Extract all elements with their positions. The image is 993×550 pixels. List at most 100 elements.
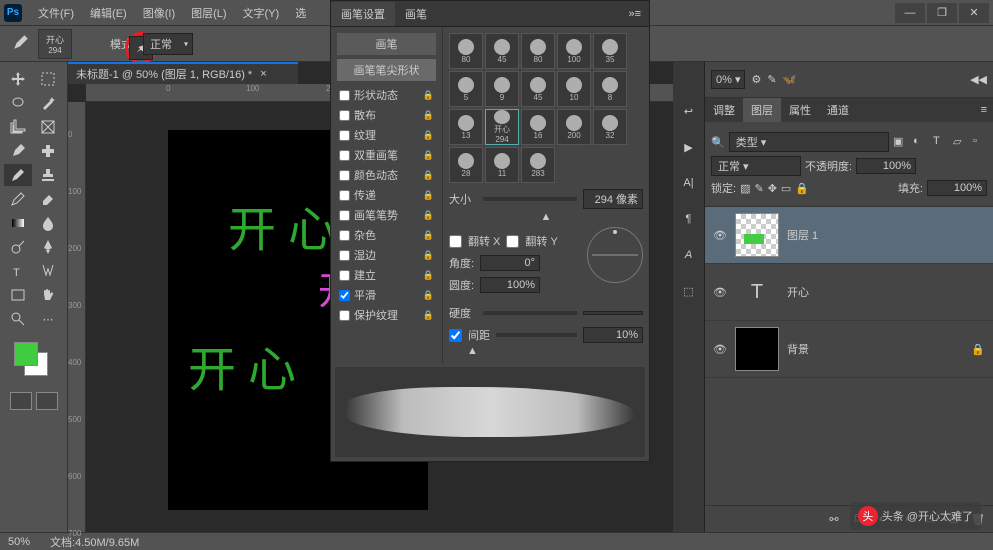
brush-option[interactable]: 颜色动态🔒 (337, 165, 436, 185)
brush-option[interactable]: 湿边🔒 (337, 245, 436, 265)
brush-option[interactable]: 形状动态🔒 (337, 85, 436, 105)
size-slider[interactable] (483, 197, 577, 201)
brush-thumb[interactable]: 45 (485, 33, 519, 69)
brush-thumb[interactable]: 100 (557, 33, 591, 69)
brush-option[interactable]: 纹理🔒 (337, 125, 436, 145)
blend-mode-select[interactable]: 正常 ▾ (143, 33, 193, 55)
restore-button[interactable]: ❐ (927, 3, 957, 23)
lock-icon[interactable]: 🔒 (423, 290, 434, 301)
menu-layer[interactable]: 图层(L) (183, 3, 234, 23)
lock-artboard-icon[interactable]: ▭ (781, 182, 791, 195)
brush-option[interactable]: 画笔笔势🔒 (337, 205, 436, 225)
gradient-tool[interactable] (4, 212, 32, 234)
brush-thumb[interactable]: 200 (557, 109, 591, 145)
lasso-tool[interactable] (4, 92, 32, 114)
layer-thumbnail[interactable] (735, 213, 779, 257)
option-check[interactable] (339, 230, 350, 241)
layer-name[interactable]: 图层 1 (787, 227, 818, 243)
option-check[interactable] (339, 250, 350, 261)
lock-icon[interactable]: 🔒 (423, 310, 434, 321)
layer-row[interactable]: 👁 T 开心 (705, 264, 993, 321)
visibility-icon[interactable]: 👁 (713, 343, 727, 356)
crop-tool[interactable] (4, 116, 32, 138)
tab-channels[interactable]: 通道 (819, 98, 857, 122)
lock-icon[interactable]: 🔒 (423, 230, 434, 241)
option-check[interactable] (339, 210, 350, 221)
brush-thumb[interactable]: 8 (593, 71, 627, 107)
dodge-tool[interactable] (4, 236, 32, 258)
menu-file[interactable]: 文件(F) (30, 3, 82, 23)
hand-tool[interactable] (34, 284, 62, 306)
edit-toolbar[interactable]: ⋯ (34, 308, 62, 330)
tab-brushes[interactable]: 画笔 (395, 2, 437, 26)
panel-menu-icon[interactable]: »≡ (620, 8, 649, 20)
round-input[interactable]: 100% (480, 277, 540, 293)
close-icon[interactable]: × (260, 68, 266, 80)
brush-thumb[interactable]: 28 (449, 147, 483, 183)
visibility-icon[interactable]: 👁 (713, 286, 727, 299)
char-icon[interactable]: A| (680, 174, 698, 192)
tab-layers[interactable]: 图层 (743, 98, 781, 122)
brush-thumb[interactable]: 80 (521, 33, 555, 69)
minimize-button[interactable]: — (895, 3, 925, 23)
lock-icon[interactable]: 🔒 (423, 110, 434, 121)
flipy-check[interactable] (506, 235, 519, 248)
size-input[interactable]: 294 像素 (583, 189, 643, 209)
eyedropper-tool[interactable] (4, 140, 32, 162)
fill-input[interactable]: 100% (927, 180, 987, 196)
brush-thumb[interactable]: 5 (449, 71, 483, 107)
brush-thumb[interactable]: 16 (521, 109, 555, 145)
tab-properties[interactable]: 属性 (781, 98, 819, 122)
hardness-slider[interactable] (483, 311, 577, 315)
hardness-input[interactable] (583, 311, 643, 315)
layer-name[interactable]: 背景 (787, 341, 809, 357)
spacing-slider[interactable] (496, 333, 577, 337)
brush-icon[interactable]: ✎ (767, 73, 776, 86)
lock-icon[interactable]: 🔒 (423, 190, 434, 201)
option-check[interactable] (339, 90, 350, 101)
lock-icon[interactable]: 🔒 (423, 150, 434, 161)
option-check[interactable] (339, 130, 350, 141)
fg-color[interactable] (14, 342, 38, 366)
frame-tool[interactable] (34, 116, 62, 138)
zoom-input[interactable]: 0% ▾ (711, 70, 745, 89)
butterfly-icon[interactable]: 🦋 (783, 73, 797, 86)
brush-option[interactable]: 传递🔒 (337, 185, 436, 205)
search-icon[interactable]: 🔍 (711, 136, 725, 149)
move-tool[interactable] (4, 68, 32, 90)
heal-tool[interactable] (34, 140, 62, 162)
brush-thumb[interactable]: 10 (557, 71, 591, 107)
path-tool[interactable] (34, 260, 62, 282)
brush-tool[interactable] (4, 164, 32, 186)
link-icon[interactable]: ⚯ (823, 510, 845, 528)
filter-image-icon[interactable]: ▣ (893, 135, 907, 149)
brush-option[interactable]: 建立🔒 (337, 265, 436, 285)
stamp-tool[interactable] (34, 164, 62, 186)
flipx-check[interactable] (449, 235, 462, 248)
option-check[interactable] (339, 290, 350, 301)
tab-brush-settings[interactable]: 画笔设置 (331, 2, 395, 26)
screenmode-icon[interactable] (36, 392, 58, 410)
brush-thumb[interactable]: 9 (485, 71, 519, 107)
panel-menu-icon[interactable]: ≡ (975, 104, 993, 116)
filter-type-icon[interactable]: T (933, 135, 947, 149)
spacing-check[interactable] (449, 329, 462, 342)
option-check[interactable] (339, 270, 350, 281)
filter-smart-icon[interactable]: ▫ (973, 135, 987, 149)
history-icon[interactable]: ↩ (680, 102, 698, 120)
filter-shape-icon[interactable]: ▱ (953, 135, 967, 149)
brush-option[interactable]: 散布🔒 (337, 105, 436, 125)
marquee-tool[interactable] (34, 68, 62, 90)
option-check[interactable] (339, 190, 350, 201)
eraser-tool[interactable] (34, 188, 62, 210)
glyph-icon[interactable]: A (680, 246, 698, 264)
menu-edit[interactable]: 编辑(E) (82, 3, 135, 23)
gear-icon[interactable]: ⚙ (751, 73, 761, 86)
blend-select[interactable]: 正常 ▾ (711, 156, 801, 176)
para-icon[interactable]: ¶ (680, 210, 698, 228)
close-button[interactable]: ✕ (959, 3, 989, 23)
quickmask-icon[interactable] (10, 392, 32, 410)
document-tab[interactable]: 未标题-1 @ 50% (图层 1, RGB/16) * × (68, 62, 298, 84)
pen-tool[interactable] (34, 236, 62, 258)
filter-type-select[interactable]: 类型 ▾ (729, 132, 889, 152)
